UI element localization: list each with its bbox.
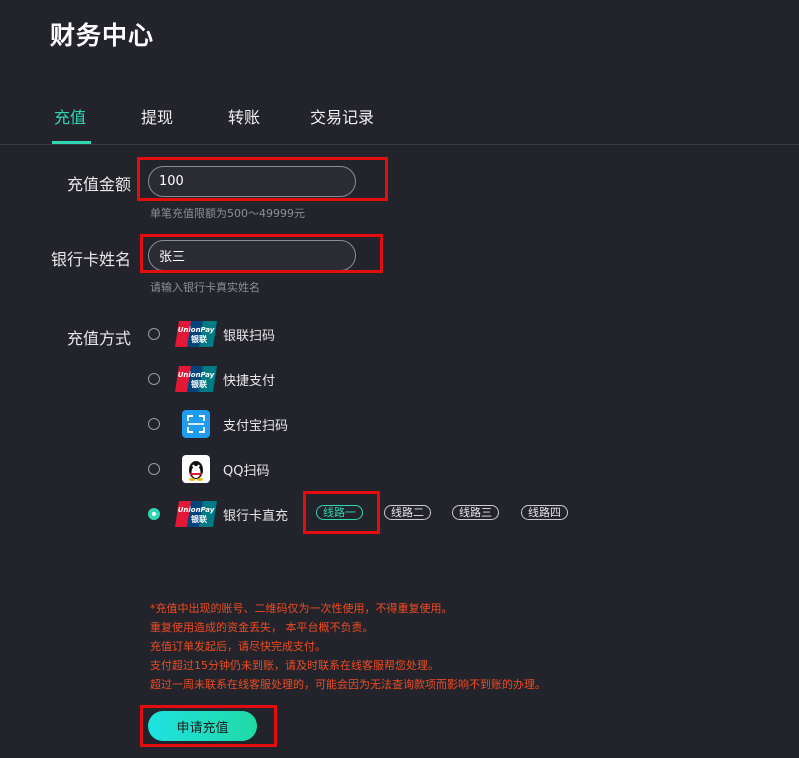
payment-option-label: 银行卡直充 xyxy=(223,508,289,524)
submit-recharge-button[interactable]: 申请充值 xyxy=(148,711,257,741)
notice-line: 超过一周未联系在线客服处理的，可能会因为无法查询款项而影响不到账的办理。 xyxy=(150,678,546,691)
payment-option-label: 银联扫码 xyxy=(223,328,276,344)
radio-quick-pay[interactable] xyxy=(148,373,160,385)
radio-alipay-scan[interactable] xyxy=(148,418,160,430)
tab-bar: 充值 提现 转账 交易记录 xyxy=(0,90,799,145)
cardholder-name-hint: 请输入银行卡真实姓名 xyxy=(150,281,260,294)
page-title: 财务中心 xyxy=(50,21,155,50)
payment-option-qq-scan[interactable]: QQ扫码 xyxy=(148,452,269,486)
line-button-1[interactable]: 线路一 xyxy=(316,505,363,520)
tab-recharge[interactable]: 充值 xyxy=(54,104,86,128)
alipay-scan-icon xyxy=(175,409,217,439)
svg-text:UnionPay: UnionPay xyxy=(178,506,215,514)
svg-text:UnionPay: UnionPay xyxy=(178,371,215,379)
tab-transfer[interactable]: 转账 xyxy=(228,104,260,128)
tab-withdraw[interactable]: 提现 xyxy=(141,104,173,128)
line-button-3[interactable]: 线路三 xyxy=(452,505,499,520)
payment-option-quick-pay[interactable]: UnionPay 银联 快捷支付 xyxy=(148,362,275,396)
recharge-notice: *充值中出现的账号、二维码仅为一次性使用，不得重复使用。 重复使用造成的资金丢失… xyxy=(150,599,546,694)
unionpay-icon: UnionPay 银联 xyxy=(175,364,217,394)
notice-line: 充值订单发起后，请尽快完成支付。 xyxy=(150,640,326,653)
svg-text:UnionPay: UnionPay xyxy=(178,326,215,334)
qq-penguin-icon xyxy=(175,454,217,484)
cardholder-name-input[interactable] xyxy=(148,240,356,271)
notice-line: 重复使用造成的资金丢失， 本平台概不负责。 xyxy=(150,621,374,634)
radio-unionpay-scan[interactable] xyxy=(148,328,160,340)
payment-option-label: 支付宝扫码 xyxy=(223,418,289,434)
svg-text:银联: 银联 xyxy=(190,379,207,389)
payment-method-label: 充值方式 xyxy=(67,329,132,348)
line-button-4[interactable]: 线路四 xyxy=(521,505,568,520)
amount-hint: 单笔充值限额为500～49999元 xyxy=(150,207,305,220)
svg-text:银联: 银联 xyxy=(190,514,207,524)
line-button-2[interactable]: 线路二 xyxy=(384,505,431,520)
cardholder-name-label: 银行卡姓名 xyxy=(51,250,132,269)
active-tab-indicator xyxy=(52,141,91,144)
amount-input[interactable] xyxy=(148,166,356,197)
payment-option-unionpay-scan[interactable]: UnionPay 银联 银联扫码 xyxy=(148,317,275,351)
unionpay-icon: UnionPay 银联 xyxy=(175,319,217,349)
payment-option-alipay-scan[interactable]: 支付宝扫码 xyxy=(148,407,288,441)
svg-text:银联: 银联 xyxy=(190,334,207,344)
notice-line: *充值中出现的账号、二维码仅为一次性使用，不得重复使用。 xyxy=(150,602,453,615)
notice-line: 支付超过15分钟仍未到账，请及时联系在线客服帮您处理。 xyxy=(150,659,439,672)
payment-option-label: 快捷支付 xyxy=(223,373,276,389)
tab-transactions[interactable]: 交易记录 xyxy=(310,104,374,128)
unionpay-icon: UnionPay 银联 xyxy=(175,499,217,529)
payment-option-label: QQ扫码 xyxy=(223,463,270,479)
amount-label: 充值金额 xyxy=(67,175,132,194)
radio-qq-scan[interactable] xyxy=(148,463,160,475)
payment-option-bank-direct[interactable]: UnionPay 银联 银行卡直充 xyxy=(148,497,288,531)
radio-bank-direct[interactable] xyxy=(148,508,160,520)
